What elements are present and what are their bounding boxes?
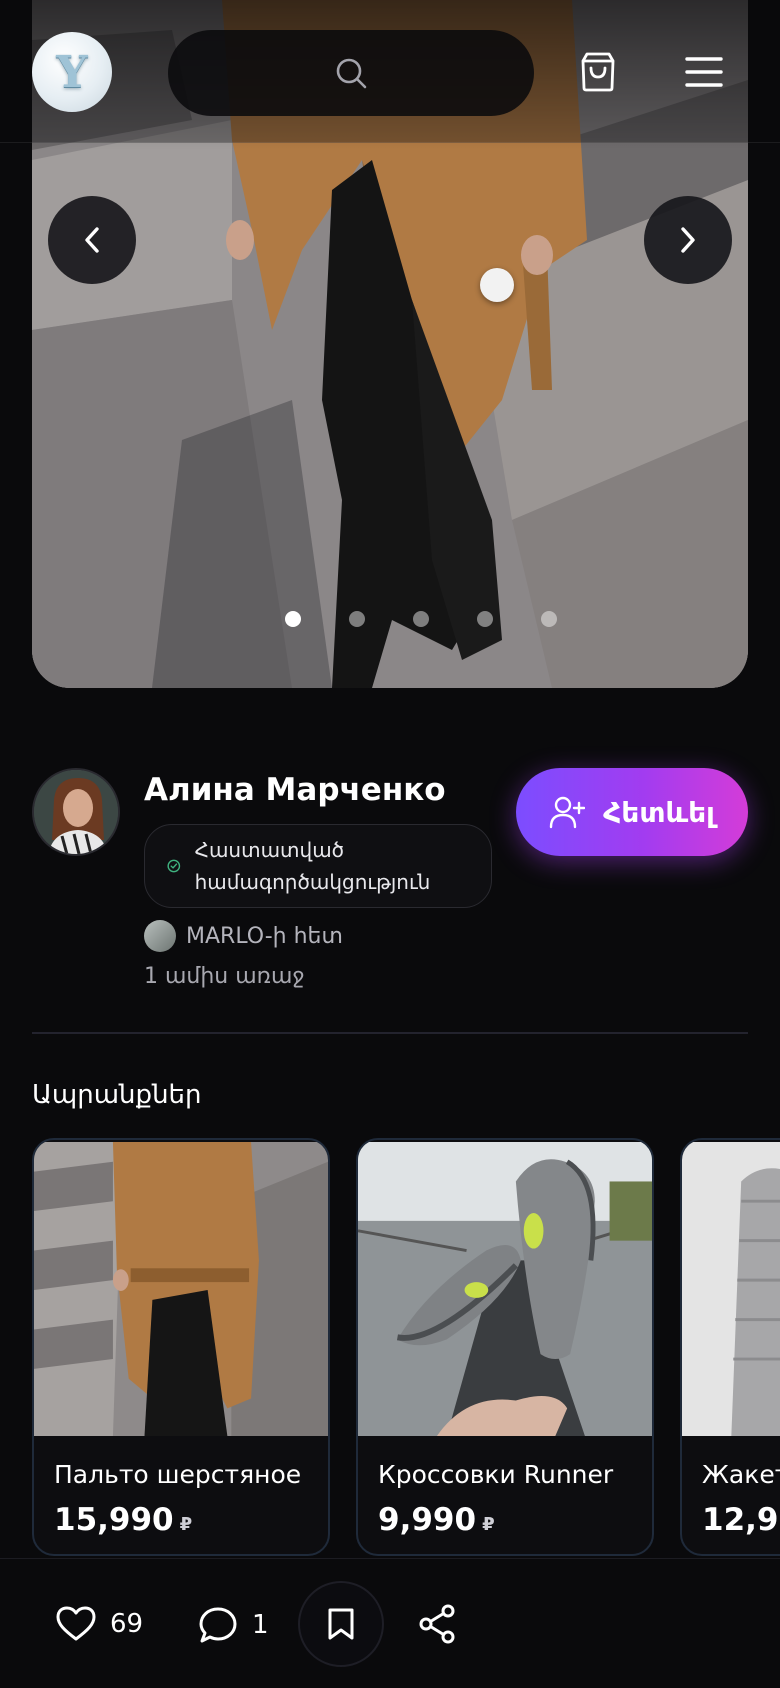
currency-symbol: ₽ xyxy=(482,1514,495,1535)
chevron-left-icon xyxy=(85,227,99,253)
carousel-dot[interactable] xyxy=(477,611,493,627)
bottom-action-bar: 69 1 xyxy=(0,1558,780,1688)
follow-button[interactable]: Հետևել xyxy=(516,768,748,856)
search-button[interactable] xyxy=(168,30,534,116)
carousel-pagination xyxy=(285,611,557,627)
follow-label: Հետևել xyxy=(603,795,715,829)
app-logo[interactable]: Y xyxy=(32,32,112,112)
check-circle-icon xyxy=(167,859,181,873)
product-card[interactable]: Кроссовки Runner 9,990 ₽ xyxy=(356,1138,654,1556)
product-price-value: 15,990 xyxy=(54,1502,174,1538)
carousel-dot[interactable] xyxy=(541,611,557,627)
product-image-sneakers xyxy=(358,1142,652,1436)
menu-button[interactable] xyxy=(674,44,734,100)
products-carousel[interactable]: Пальто шерстяное 15,990 ₽ Кроссовки Runne… xyxy=(32,1138,780,1556)
product-price-value: 9,990 xyxy=(378,1502,477,1538)
product-image-coat xyxy=(34,1142,328,1436)
bookmark-button[interactable] xyxy=(298,1581,384,1667)
currency-symbol: ₽ xyxy=(179,1514,193,1535)
product-card[interactable]: Жакет 12,99 xyxy=(680,1138,780,1556)
carousel-next-button[interactable] xyxy=(644,196,732,284)
section-divider xyxy=(32,1032,748,1034)
carousel-dot[interactable] xyxy=(285,611,301,627)
brand-avatar xyxy=(144,920,176,952)
carousel-prev-button[interactable] xyxy=(48,196,136,284)
carousel-dot[interactable] xyxy=(413,611,429,627)
search-icon xyxy=(336,58,367,89)
product-card[interactable]: Пальто шерстяное 15,990 ₽ xyxy=(32,1138,330,1556)
verified-label: Հաստատված համագործակցություն xyxy=(194,838,431,894)
comment-button[interactable]: 1 xyxy=(198,1606,269,1644)
chevron-right-icon xyxy=(681,227,695,253)
author-portrait xyxy=(34,770,118,854)
product-price: 9,990 ₽ xyxy=(378,1502,495,1538)
products-section-title: Ապրանքներ xyxy=(32,1080,202,1110)
like-button[interactable]: 69 xyxy=(56,1606,143,1642)
product-price-value: 12,99 xyxy=(702,1502,780,1538)
share-icon xyxy=(419,1604,455,1644)
carousel-dot[interactable] xyxy=(349,611,365,627)
product-price: 15,990 ₽ xyxy=(54,1502,192,1538)
author-avatar[interactable] xyxy=(32,768,120,856)
top-bar: Y xyxy=(0,0,780,143)
product-hotspot[interactable] xyxy=(480,268,514,302)
brand-collaboration[interactable]: MARLO-ի հետ xyxy=(144,920,343,952)
share-button[interactable] xyxy=(418,1604,456,1644)
verified-collaboration-badge: Հաստատված համագործակցություն xyxy=(144,824,492,908)
product-price: 12,99 xyxy=(702,1502,780,1538)
cart-button[interactable] xyxy=(570,44,626,100)
comment-icon xyxy=(199,1607,237,1643)
product-name: Пальто шерстяное xyxy=(54,1460,302,1489)
product-name: Кроссовки Runner xyxy=(378,1460,614,1489)
product-name: Жакет xyxy=(702,1460,780,1489)
comment-count: 1 xyxy=(252,1610,269,1640)
user-plus-icon xyxy=(549,796,586,829)
author-name[interactable]: Алина Марченко xyxy=(144,772,446,808)
shopping-bag-icon xyxy=(581,52,615,92)
brand-with-label: MARLO-ի հետ xyxy=(186,923,343,949)
heart-icon xyxy=(56,1606,96,1641)
post-timestamp: 1 ամիս առաջ xyxy=(144,964,305,989)
bookmark-icon xyxy=(328,1608,354,1640)
product-image-jacket xyxy=(682,1142,780,1436)
logo-letter: Y xyxy=(56,46,88,98)
like-count: 69 xyxy=(110,1609,144,1639)
hamburger-menu-icon xyxy=(685,57,723,87)
